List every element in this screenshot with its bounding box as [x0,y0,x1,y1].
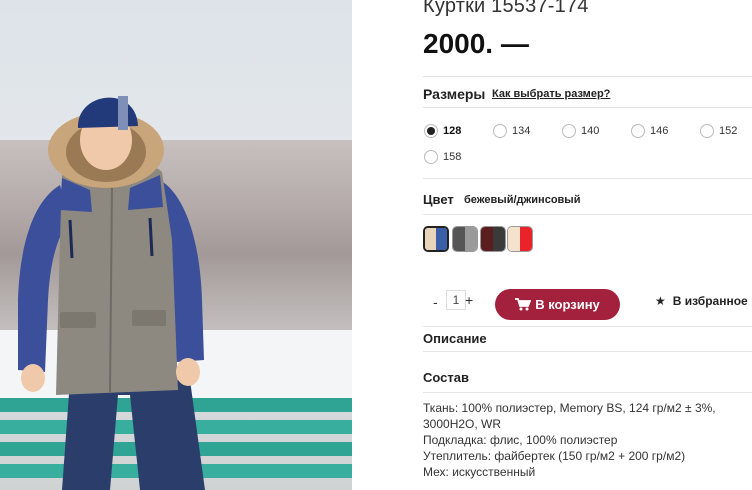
product-title: Куртки 15537-174 [423,0,589,17]
size-guide-link[interactable]: Как выбрать размер? [492,88,610,100]
color-swatch-grey[interactable] [452,226,478,252]
size-option-134[interactable]: 134 [493,124,530,138]
composition-line: Мех: искусственный [423,465,536,479]
composition-line: Ткань: 100% полиэстер, Memory BS, 124 гр… [423,401,716,415]
add-to-favorites-button[interactable]: ★ В избранное [655,294,748,308]
composition-tab[interactable]: Состав [423,370,469,385]
radio-icon [700,124,714,138]
product-price: 2000. — [423,28,529,59]
composition-line: 3000H2O, WR [423,417,502,431]
size-option-128[interactable]: 128 [424,124,461,138]
quantity-input[interactable] [446,290,466,310]
color-swatch-burgundy[interactable] [480,226,506,252]
color-label: Цвет [423,192,454,207]
size-option-140[interactable]: 140 [562,124,599,138]
swatch-half [436,228,447,250]
divider [423,214,752,215]
swatch-half [508,227,520,251]
divider [423,107,752,108]
size-option-146[interactable]: 146 [631,124,668,138]
product-photo[interactable] [0,0,352,490]
radio-icon [424,150,438,164]
composition-line: Утеплитель: файбертек (150 гр/м2 + 200 г… [423,449,686,463]
add-to-cart-button[interactable]: В корзину [495,289,620,320]
composition-line: Подкладка: флис, 100% полиэстер [423,433,618,447]
size-option-label: 146 [650,125,669,137]
add-to-cart-label: В корзину [535,297,600,312]
size-option-label: 140 [581,125,600,137]
size-option-label: 158 [443,151,462,163]
swatch-half [481,227,493,251]
size-option-label: 128 [443,125,462,137]
swatch-half [425,228,436,250]
size-option-158[interactable]: 158 [424,150,461,164]
size-option-152[interactable]: 152 [700,124,737,138]
quantity-decrement-button[interactable]: - [433,294,438,310]
swatch-half [520,227,532,251]
swatch-half [465,227,477,251]
sizes-label: Размеры [423,86,486,102]
divider [423,326,752,327]
color-value: бежевый/джинсовый [464,194,581,206]
radio-checked-icon [424,124,438,138]
color-swatch-red[interactable] [507,226,533,252]
cart-icon [515,298,532,311]
radio-icon [631,124,645,138]
description-tab[interactable]: Описание [423,331,487,346]
swatch-half [453,227,465,251]
size-option-label: 152 [719,125,738,137]
swatch-half [493,227,505,251]
divider [423,351,752,352]
composition-text: Ткань: 100% полиэстер, Memory BS, 124 гр… [423,400,752,480]
star-icon: ★ [655,294,666,308]
boy-in-jacket-illustration [18,96,205,490]
favorites-label: В избранное [672,294,748,308]
color-swatch-beige-denim[interactable] [423,226,449,252]
size-option-label: 134 [512,125,531,137]
radio-icon [493,124,507,138]
divider [423,392,752,393]
divider [423,178,752,179]
quantity-increment-button[interactable]: + [465,292,473,308]
divider [423,76,752,77]
radio-icon [562,124,576,138]
